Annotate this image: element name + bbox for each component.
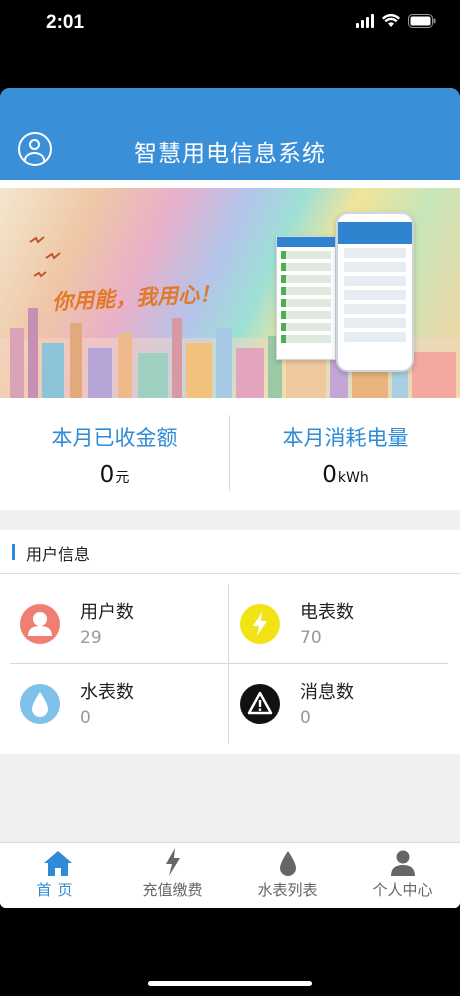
wifi-icon [382,14,400,27]
header: 智慧用电信息系统 [0,88,460,180]
home-indicator[interactable] [148,981,312,986]
section-accent-bar [12,544,15,560]
section-title: 用户信息 [26,545,91,564]
cell-label: 电表数 [300,602,354,623]
birds-decoration [29,236,61,278]
cell-label: 消息数 [300,682,354,703]
stat-unit: 元 [115,470,130,486]
divider [10,663,448,664]
user-count-card[interactable]: 用户数 29 [10,584,228,664]
stat-unit: kWh [337,470,369,486]
tab-label: 水表列表 [257,881,318,899]
tab-home[interactable]: 首页 [0,843,115,908]
cell-label: 用户数 [80,602,134,623]
phone-mockup [336,212,414,372]
battery-icon [408,14,436,28]
stat-power-consumption: 本月消耗电量 0kWh [231,398,460,510]
tab-profile[interactable]: 个人中心 [345,843,460,908]
divider [229,415,230,491]
cell-label: 水表数 [80,682,134,703]
promo-banner[interactable]: 你用能，我用心！ [0,188,460,398]
tab-recharge[interactable]: 充值缴费 [115,843,230,908]
user-icon [20,604,60,644]
home-icon [0,845,115,877]
water-drop-icon [20,684,60,724]
status-bar: 2:01 [0,0,460,50]
tab-label: 充值缴费 [142,881,203,899]
lightning-icon [115,845,230,877]
stat-number: 0 [322,462,337,488]
cell-value: 0 [80,708,91,728]
user-info-section: 用户信息 用户数 29 电表数 70 水表数 0 消息数 0 [0,530,460,754]
section-header: 用户信息 [0,530,460,574]
tab-water-meters[interactable]: 水表列表 [230,843,345,908]
divider [228,584,229,744]
stat-label: 本月已收金额 [51,426,178,450]
signal-icon [356,14,374,28]
cell-value: 70 [300,628,322,648]
meter-count-card[interactable]: 电表数 70 [230,584,448,664]
stat-label: 本月消耗电量 [282,426,409,450]
monthly-stats: 本月已收金额 0元 本月消耗电量 0kWh [0,398,460,510]
status-icons [356,14,436,28]
tablet-mockup [276,236,336,360]
water-meter-count-card[interactable]: 水表数 0 [10,664,228,744]
person-icon [345,845,460,877]
stat-value: 0kWh [231,462,460,488]
water-drop-icon [230,845,345,877]
warning-icon [240,684,280,724]
page-title: 智慧用电信息系统 [134,141,326,167]
tab-label: 首页 [36,881,79,899]
cell-value: 29 [80,628,102,648]
status-time: 2:01 [46,12,85,33]
cell-value: 0 [300,708,311,728]
user-info-grid: 用户数 29 电表数 70 水表数 0 消息数 0 [0,574,460,754]
lightning-icon [240,604,280,644]
stat-collected-amount: 本月已收金额 0元 [0,398,229,510]
app-screen: 智慧用电信息系统 你用能，我用心！ 本月已收金额 0元 本月消耗电量 0kWh … [0,88,460,908]
stat-value: 0元 [0,462,229,488]
tab-label: 个人中心 [372,881,433,899]
stat-number: 0 [99,462,115,488]
message-count-card[interactable]: 消息数 0 [230,664,448,744]
bottom-tab-bar: 首页 充值缴费 水表列表 个人中心 [0,842,460,908]
